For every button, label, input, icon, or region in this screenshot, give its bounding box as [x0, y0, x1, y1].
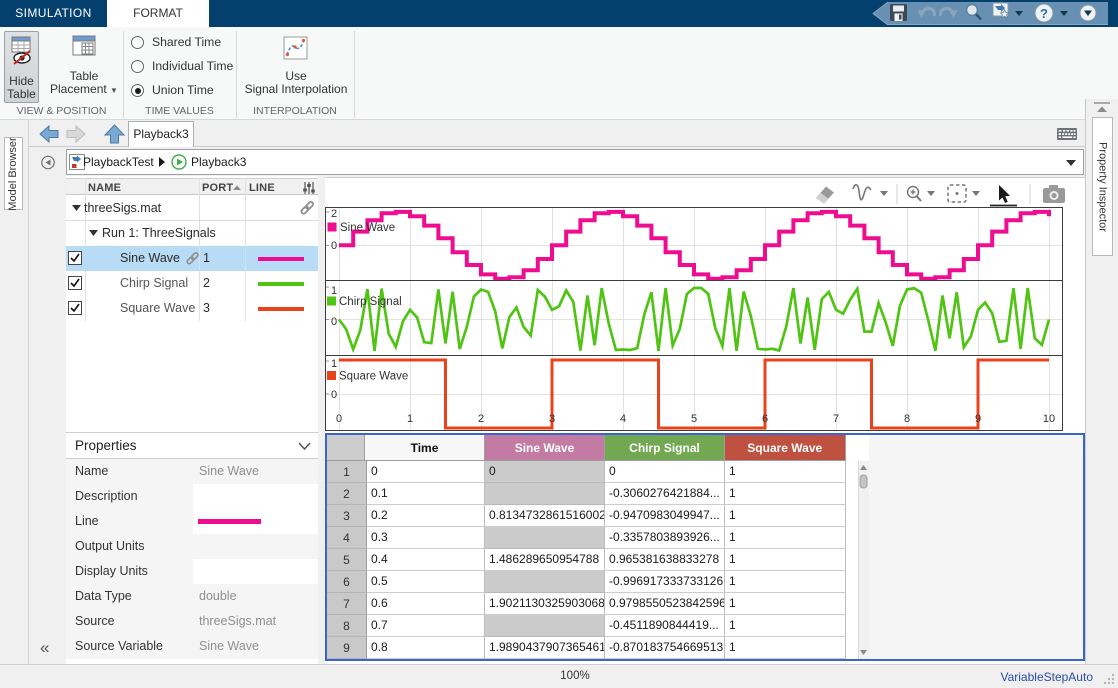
- svg-text:6: 6: [762, 413, 768, 425]
- svg-text:1: 1: [331, 358, 337, 370]
- svg-text:0: 0: [336, 413, 342, 425]
- svg-text:Sine Wave: Sine Wave: [340, 222, 395, 234]
- svg-text:?: ?: [1040, 6, 1048, 21]
- svg-text:9: 9: [975, 413, 981, 425]
- svg-text:4: 4: [620, 413, 626, 425]
- svg-text:8: 8: [904, 413, 910, 425]
- svg-text:2: 2: [331, 208, 337, 220]
- svg-text:10: 10: [1043, 413, 1055, 425]
- svg-text:Chirp Signal: Chirp Signal: [339, 296, 402, 308]
- svg-text:Square Wave: Square Wave: [339, 371, 408, 383]
- svg-text:0: 0: [331, 240, 337, 252]
- svg-text:1: 1: [407, 413, 413, 425]
- svg-text:0: 0: [331, 316, 337, 328]
- svg-text:3: 3: [549, 413, 555, 425]
- svg-text:2: 2: [478, 413, 484, 425]
- svg-text:1: 1: [331, 285, 337, 297]
- svg-text:5: 5: [691, 413, 697, 425]
- svg-text:0: 0: [331, 389, 337, 401]
- svg-text:7: 7: [833, 413, 839, 425]
